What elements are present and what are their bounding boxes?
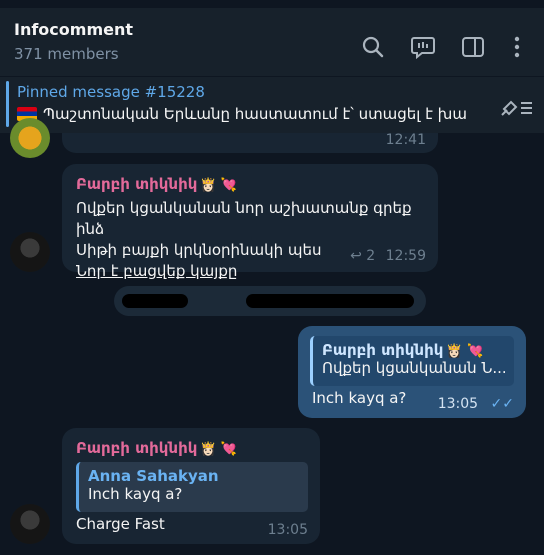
sender-row: Բարբի տիկնիկ 👸🏻 💘: [76, 438, 237, 457]
message-text: Ովքեր կցանկանան նոր աշխատանք գրեք ինձ Սի…: [76, 198, 436, 282]
message-bubble-outgoing[interactable]: Բարբի տիկնիկ 👸🏻 💘 Ովքեր կցանկանան Ն... In…: [298, 326, 526, 418]
sender-name[interactable]: Բարբի տիկնիկ: [76, 175, 197, 193]
sidebar-toggle-icon[interactable]: [460, 34, 486, 60]
sender-emoji: 👸🏻 💘: [200, 178, 237, 193]
members-count: 371 members: [14, 45, 119, 63]
reply-sender: Բարբի տիկնիկ: [322, 341, 444, 359]
pinned-accent-bar: [6, 81, 9, 127]
redacted-name: [122, 294, 188, 308]
reply-text: Ովքեր կցանկանան Ն...: [322, 359, 505, 377]
search-icon[interactable]: [360, 34, 386, 60]
message-line: Նոր է բացվեք կայքը: [76, 262, 238, 280]
reply-quote[interactable]: Anna Sahakyan Inch kayq a?: [76, 462, 308, 512]
pinned-message-bar[interactable]: Pinned message #15228 Պաշտոնական Երևանը …: [0, 77, 544, 133]
message-bubble[interactable]: Բարբի տիկնիկ 👸🏻 💘 Ովքեր կցանկանան նոր աշխ…: [62, 164, 438, 280]
sender-row: Բարբի տիկնիկ 👸🏻 💘: [76, 174, 237, 193]
pinned-title: Pinned message #15228: [17, 83, 205, 101]
reply-arrow-icon[interactable]: ↩: [350, 248, 362, 264]
pinned-text: Պաշտոնական Երևանը հաստատում է՝ ստացել է …: [43, 105, 467, 123]
redacted-name: [246, 294, 414, 308]
chat-title[interactable]: Infocomment: [14, 20, 133, 39]
message-time: 12:41: [385, 132, 426, 148]
reply-sender-row: Բարբի տիկնիկ 👸🏻 💘: [322, 341, 505, 359]
reply-text: Inch kayq a?: [88, 485, 183, 503]
message-meta: 13:05 ✓✓: [438, 396, 514, 412]
message-bubble-previous: 12:41: [62, 132, 438, 153]
pinned-preview: Պաշտոնական Երևանը հաստատում է՝ ստացել է …: [17, 105, 467, 123]
avatar[interactable]: [10, 232, 50, 272]
pinned-list-icon[interactable]: [500, 95, 534, 117]
sender-emoji: 👸🏻 💘: [200, 442, 237, 457]
message-line: Ովքեր կցանկանան նոր աշխատանք գրեք ինձ: [76, 199, 412, 238]
message-time: 12:59: [385, 248, 426, 264]
message-bubble[interactable]: Բարբի տիկնիկ 👸🏻 💘 Anna Sahakyan Inch kayq…: [62, 428, 320, 544]
chat-header: Infocomment 371 members: [0, 0, 544, 76]
more-options-icon[interactable]: [504, 34, 530, 60]
reply-quote[interactable]: Բարբի տիկնիկ 👸🏻 💘 Ովքեր կցանկանան Ն...: [310, 336, 514, 386]
message-text: Charge Fast: [76, 515, 165, 533]
avatar[interactable]: [10, 118, 50, 158]
message-time: 13:05: [437, 396, 479, 412]
reply-sender-emoji: 👸🏻 💘: [446, 344, 484, 359]
comments-icon[interactable]: [410, 34, 436, 60]
message-text: Inch kayq a?: [312, 389, 407, 407]
message-meta: ↩ 2 12:59: [350, 248, 426, 264]
message-time: 13:05: [267, 522, 308, 538]
read-status-icon: ✓✓: [490, 396, 514, 412]
avatar[interactable]: [10, 504, 50, 544]
replies-count[interactable]: 2: [366, 248, 375, 264]
sender-name[interactable]: Բարբի տիկնիկ: [76, 439, 197, 457]
reply-sender: Anna Sahakyan: [88, 467, 219, 485]
